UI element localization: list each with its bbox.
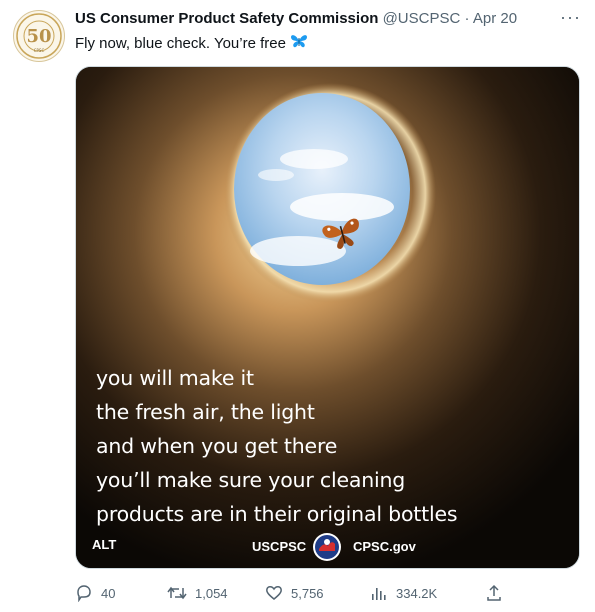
reply-button[interactable]: 40 [75, 582, 115, 604]
tweet-media-image[interactable]: you will make it the fresh air, the ligh… [75, 66, 580, 569]
caption-line: and when you get there [96, 434, 338, 458]
caption-line: products are in their original bottles [96, 502, 458, 526]
caption-line: you will make it [96, 366, 254, 390]
like-button[interactable]: 5,756 [265, 582, 324, 604]
views-button[interactable]: 334.2K [370, 582, 437, 604]
svg-text:CPSC: CPSC [34, 48, 45, 53]
more-options-icon[interactable]: ··· [560, 8, 581, 26]
views-count: 334.2K [396, 585, 438, 601]
author-name[interactable]: US Consumer Product Safety Commission [75, 10, 378, 27]
separator: · [464, 10, 470, 27]
caption-line: the fresh air, the light [96, 400, 315, 424]
tweet-text: Fly now, blue check. You’re free [75, 33, 308, 53]
tweet-action-bar: 40 1,054 5,756 334.2K [75, 582, 580, 604]
tweet[interactable]: 50 CPSC US Consumer Product Safety Commi… [0, 0, 595, 612]
like-count: 5,756 [291, 585, 324, 601]
alt-text-badge[interactable]: ALT [92, 537, 116, 552]
caption-line: you’ll make sure your cleaning [96, 468, 406, 492]
heart-icon [266, 586, 282, 600]
reply-count: 40 [101, 585, 116, 601]
retweet-button[interactable]: 1,054 [167, 582, 228, 604]
svg-text:50: 50 [26, 26, 51, 47]
retweet-count: 1,054 [195, 585, 228, 601]
tweet-header: US Consumer Product Safety Commission @U… [75, 10, 575, 30]
cpsc-seal-icon [312, 532, 342, 562]
image-footer-website: CPSC.gov [353, 539, 416, 554]
tweet-text-content: Fly now, blue check. You’re free [75, 34, 286, 52]
share-button[interactable] [485, 582, 511, 604]
author-handle[interactable]: @USCPSC [383, 10, 461, 27]
analytics-icon [372, 588, 386, 600]
image-footer-handle: USCPSC [252, 539, 307, 554]
butterfly-icon [290, 33, 308, 53]
reply-icon [77, 585, 91, 602]
cpsc-50-years-logo-icon: 50 CPSC [16, 13, 62, 59]
retweet-icon [167, 586, 187, 600]
image-caption: you will make it the fresh air, the ligh… [96, 361, 566, 531]
tweet-date[interactable]: Apr 20 [473, 10, 517, 27]
share-icon [487, 584, 501, 601]
avatar[interactable]: 50 CPSC [13, 10, 65, 62]
